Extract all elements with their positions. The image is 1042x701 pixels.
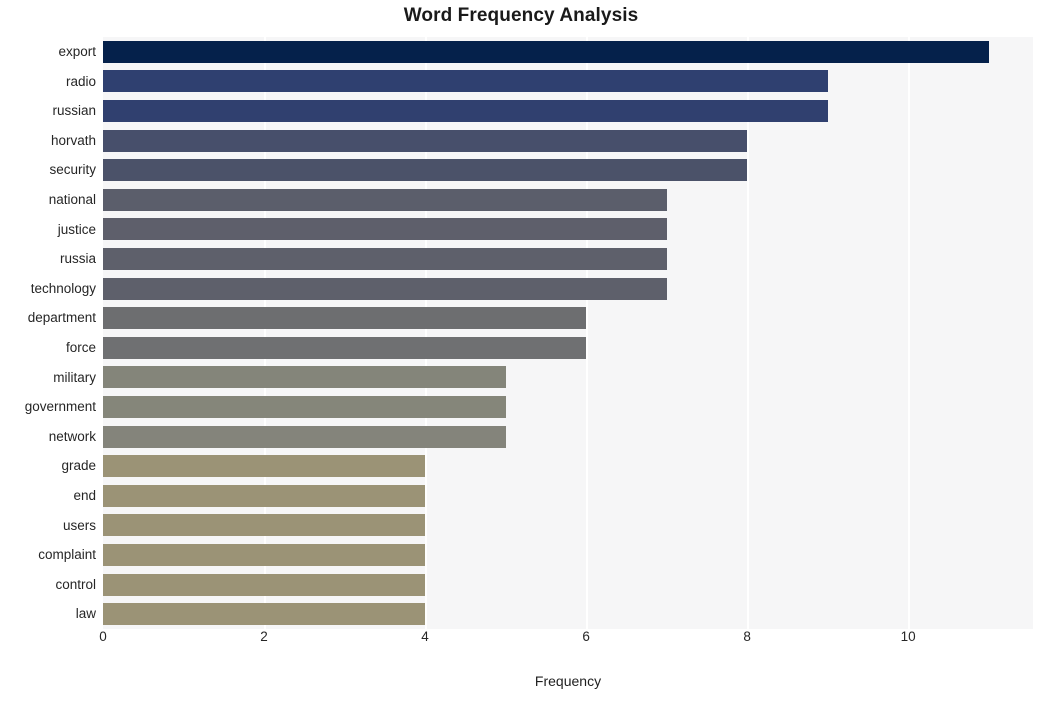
x-tick-label-2: 2 [260,629,268,644]
bar-row [103,244,1033,274]
bar [103,573,426,596]
bar-row [103,422,1033,452]
y-tick-label-users: users [62,517,96,533]
x-tick-label-4: 4 [421,629,429,644]
bar [103,455,426,478]
y-axis-tick-labels: export radio russian horvath security nationa… [0,37,96,629]
bar [103,218,667,241]
bar-row [103,540,1033,570]
bar [103,425,506,448]
bar-row [103,511,1033,541]
x-axis-tick-labels: 0 2 4 6 8 10 [99,629,1033,655]
y-tick-label-justice: justice [57,221,96,237]
bar [103,307,587,330]
bar-row [103,392,1033,422]
bar-row [103,37,1033,67]
bar [103,129,748,152]
bar-row [103,303,1033,333]
bar-row [103,451,1033,481]
bar [103,543,426,566]
chart-figure: Word Frequency Analysis export radio russi… [0,0,1042,701]
bar [103,366,506,389]
bar-row [103,481,1033,511]
x-tick-label-8: 8 [743,629,751,644]
y-tick-label-control: control [55,576,96,592]
bar [103,395,506,418]
bar [103,484,426,507]
bar [103,277,667,300]
x-tick-label-0: 0 [99,629,107,644]
y-tick-label-horvath: horvath [50,132,96,148]
bar [103,70,828,93]
y-tick-label-russia: russia [59,251,96,267]
bar-row [103,599,1033,629]
bar [103,336,587,359]
y-tick-label-government: government [24,399,96,415]
x-tick-label-10: 10 [900,629,916,644]
bar-row [103,274,1033,304]
bar-row [103,570,1033,600]
bar [103,188,667,211]
bar [103,603,426,626]
x-axis-label: Frequency [534,673,602,689]
y-tick-label-end: end [73,488,96,503]
y-tick-label-export: export [58,44,96,59]
bar-row [103,67,1033,97]
y-tick-label-security: security [49,162,96,178]
bar-row [103,126,1033,156]
bar-row [103,96,1033,126]
y-tick-label-law: law [75,606,96,622]
y-tick-label-force: force [65,340,96,355]
y-tick-label-network: network [48,428,96,444]
bar [103,514,426,537]
x-tick-label-6: 6 [582,629,590,644]
bar [103,99,828,122]
bar [103,247,667,270]
y-tick-label-technology: technology [30,280,96,296]
bar-row [103,155,1033,185]
y-tick-label-military: military [53,369,96,385]
y-tick-label-national: national [48,192,96,207]
y-tick-label-complaint: complaint [38,547,96,563]
y-tick-label-radio: radio [65,73,96,89]
bar [103,40,989,63]
page-title: Word Frequency Analysis [403,5,639,26]
bar [103,159,748,182]
plot-area [103,37,1033,629]
bar-row [103,215,1033,245]
y-tick-label-department: department [27,310,96,326]
bar-row [103,363,1033,393]
bar-row [103,185,1033,215]
bar-row [103,333,1033,363]
y-tick-label-grade: grade [61,458,96,474]
y-tick-label-russian: russian [52,103,96,119]
